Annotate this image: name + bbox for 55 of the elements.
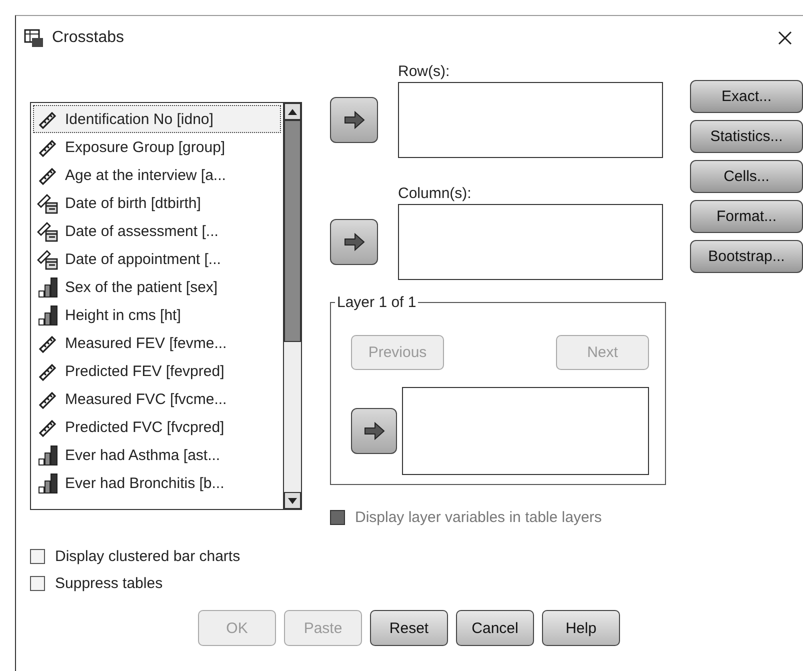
dialog-button[interactable]: Cancel — [456, 610, 534, 646]
field-label: Column(s): — [398, 184, 472, 202]
list-item[interactable]: Exposure Group [group] — [33, 133, 281, 161]
list-item[interactable]: Predicted FEV [fevpred] — [33, 357, 281, 385]
list-item[interactable]: Date of assessment [... — [33, 217, 281, 245]
list-item[interactable]: Ever had Asthma [ast... — [33, 441, 281, 469]
dialog-button[interactable]: Format... — [690, 200, 803, 233]
dialog-button[interactable]: Exact... — [690, 80, 803, 113]
dialog-button[interactable]: Statistics... — [690, 120, 803, 153]
arrow-icon — [343, 233, 365, 251]
down-arrow-icon — [288, 498, 297, 504]
calendar-ruler-icon — [37, 220, 59, 242]
list-item[interactable]: Measured FEV [fevme... — [33, 329, 281, 357]
calendar-ruler-icon — [37, 192, 59, 214]
group-title: Layer 1 of 1 — [335, 294, 418, 311]
move-button[interactable] — [351, 408, 398, 454]
list-item[interactable]: Predicted FVC [fvcpred] — [33, 413, 281, 441]
window-title: Crosstabs — [52, 29, 126, 47]
checkbox-label: Suppress tables — [55, 575, 163, 592]
layer-field[interactable] — [402, 387, 649, 475]
scrollbar[interactable] — [283, 103, 301, 509]
dialog-button[interactable]: Bootstrap... — [690, 240, 803, 273]
calendar-ruler-icon — [37, 248, 59, 270]
bar-chart-icon — [37, 304, 59, 326]
checkbox-label: Display clustered bar charts — [55, 548, 240, 565]
table-icon — [24, 28, 44, 48]
move-button[interactable] — [330, 219, 378, 265]
scroll-down-button[interactable] — [284, 492, 301, 509]
arrow-icon — [363, 422, 386, 440]
dialog-button[interactable]: Help — [542, 610, 620, 646]
arrow-icon — [343, 111, 365, 129]
checkbox[interactable] — [30, 549, 45, 564]
move-button[interactable] — [330, 97, 378, 143]
checkbox-label: Display layer variables in table layers — [355, 509, 602, 526]
bar-chart-icon — [37, 444, 59, 466]
scroll-thumb[interactable] — [284, 120, 301, 342]
list-item[interactable]: Date of birth [dtbirth] — [33, 189, 281, 217]
list-item[interactable]: Age at the interview [a... — [33, 161, 281, 189]
bar-chart-icon — [37, 472, 59, 494]
columns-field[interactable] — [398, 204, 663, 280]
list-item[interactable]: Measured FVC [fvcme... — [33, 385, 281, 413]
list-item[interactable]: Ever had Bronchitis [b... — [33, 469, 281, 497]
bar-chart-icon — [37, 276, 59, 298]
dialog-button[interactable]: Cells... — [690, 160, 803, 193]
field-label: Row(s): — [398, 62, 451, 80]
variable-list[interactable] — [30, 102, 302, 510]
up-arrow-icon — [288, 108, 297, 114]
list-item[interactable]: Identification No [idno] — [33, 105, 281, 133]
checkbox[interactable] — [30, 576, 45, 591]
rows-field[interactable] — [398, 82, 663, 158]
list-item[interactable]: Sex of the patient [sex] — [33, 273, 281, 301]
list-item[interactable]: Date of appointment [... — [33, 245, 281, 273]
scroll-up-button[interactable] — [284, 103, 301, 120]
dialog-button[interactable]: Reset — [370, 610, 448, 646]
list-item[interactable]: Height in cms [ht] — [33, 301, 281, 329]
